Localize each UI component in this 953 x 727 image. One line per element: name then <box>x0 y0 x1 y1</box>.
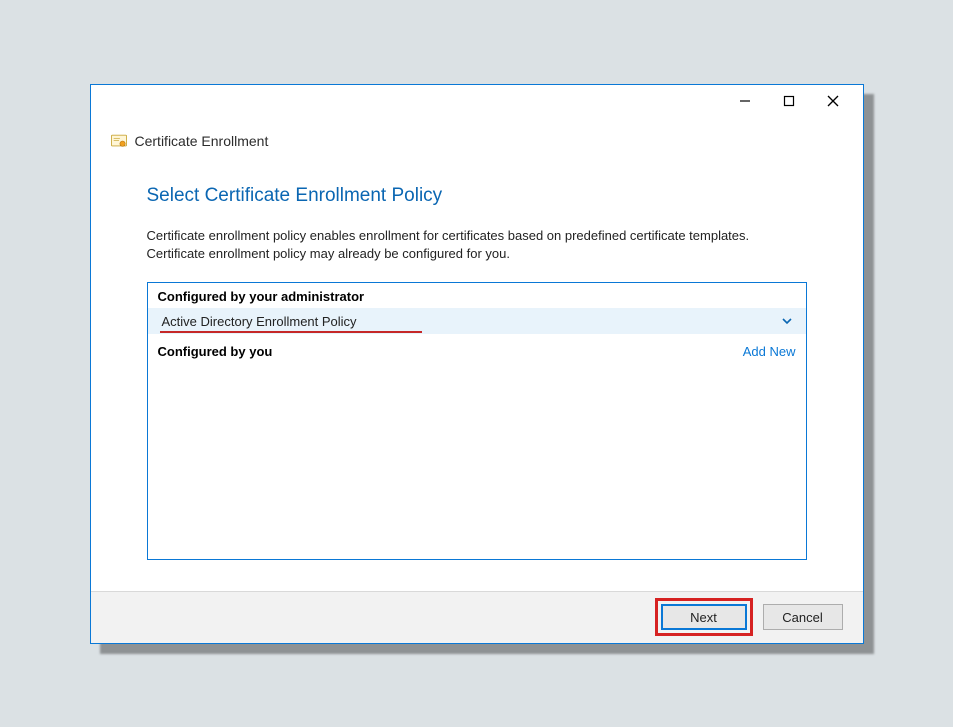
add-new-link[interactable]: Add New <box>743 344 796 359</box>
policy-list-box: Configured by your administrator Active … <box>147 282 807 560</box>
close-button[interactable] <box>821 89 845 113</box>
titlebar <box>91 85 863 117</box>
chevron-down-icon <box>782 316 792 328</box>
minimize-icon <box>739 95 751 107</box>
policy-item-ad[interactable]: Active Directory Enrollment Policy <box>148 308 806 334</box>
close-icon <box>827 95 839 107</box>
policy-item-label: Active Directory Enrollment Policy <box>162 314 357 329</box>
next-button[interactable]: Next <box>661 604 747 630</box>
page-description: Certificate enrollment policy enables en… <box>147 227 807 265</box>
window-controls <box>733 89 863 113</box>
cancel-button[interactable]: Cancel <box>763 604 843 630</box>
certificate-icon <box>111 134 127 148</box>
minimize-button[interactable] <box>733 89 757 113</box>
maximize-icon <box>783 95 795 107</box>
dialog-title: Certificate Enrollment <box>135 133 269 149</box>
admin-section-header: Configured by your administrator <box>148 283 806 308</box>
user-section-row: Configured by you Add New <box>148 334 806 363</box>
dialog-footer: Next Cancel <box>91 591 863 643</box>
window-wrapper: Certificate Enrollment Select Certificat… <box>90 84 864 644</box>
dialog-header: Certificate Enrollment <box>91 117 863 157</box>
next-button-highlight: Next <box>655 598 753 636</box>
dialog-window: Certificate Enrollment Select Certificat… <box>90 84 864 644</box>
user-section-header: Configured by you <box>158 344 273 359</box>
policy-label-wrap: Active Directory Enrollment Policy <box>162 314 357 329</box>
maximize-button[interactable] <box>777 89 801 113</box>
highlight-underline <box>160 331 422 333</box>
dialog-content: Select Certificate Enrollment Policy Cer… <box>91 157 863 591</box>
page-heading: Select Certificate Enrollment Policy <box>147 185 807 207</box>
